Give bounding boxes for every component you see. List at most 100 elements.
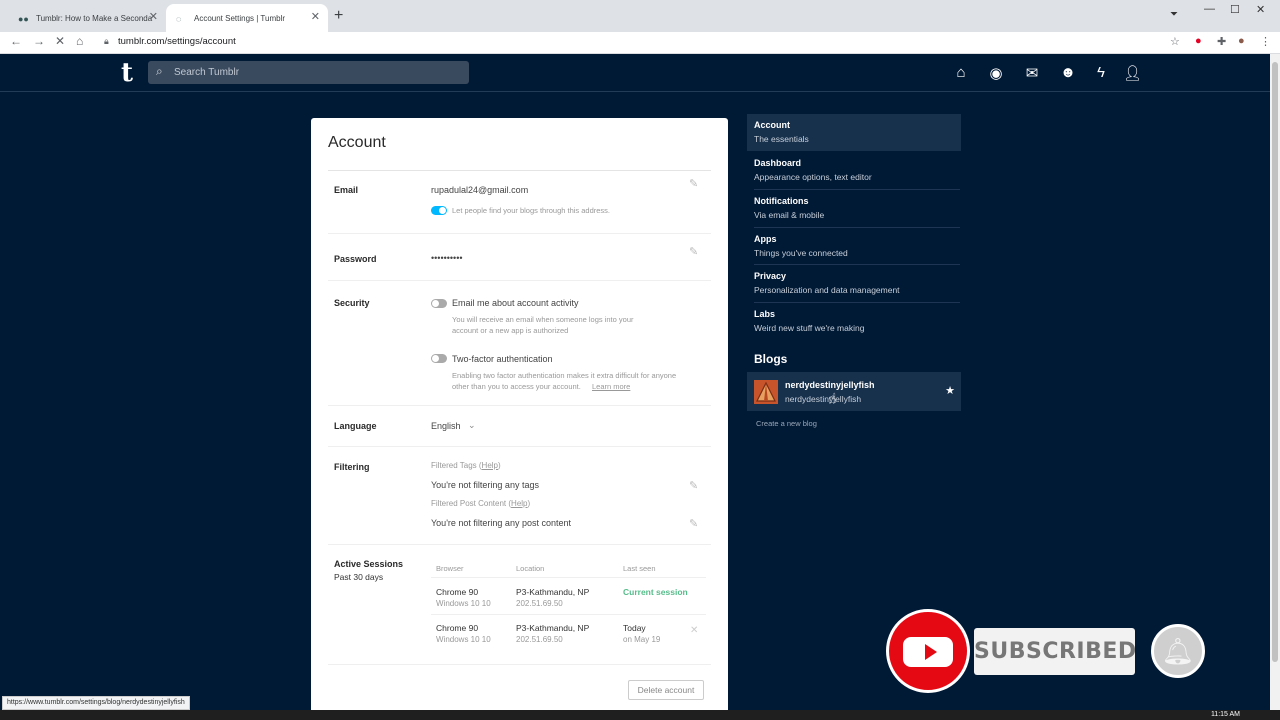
messages-icon[interactable]: ☻ bbox=[1059, 64, 1077, 81]
sidebar-item-account[interactable]: Account The essentials bbox=[747, 114, 961, 151]
end-session-close-icon[interactable]: ✕ bbox=[690, 625, 698, 636]
edit-email-pencil-icon[interactable]: ✎ bbox=[689, 177, 698, 190]
email-value: rupadulal24@gmail.com bbox=[431, 185, 529, 195]
bookmark-star-icon[interactable]: ☆ bbox=[1170, 35, 1180, 48]
sidebar-item-sub: The essentials bbox=[754, 134, 809, 144]
profile-menu-icon[interactable]: ⏷ bbox=[1170, 9, 1178, 20]
search-icon: ⌕ bbox=[156, 64, 163, 78]
tumblr-header: t ⌕ Search Tumblr ⌂ ◉ ✉ ☻ ϟ 👤︎ bbox=[0, 54, 1270, 92]
sidebar-item-dashboard[interactable]: Dashboard Appearance options, text edito… bbox=[747, 152, 961, 189]
activity-icon[interactable]: ϟ bbox=[1092, 64, 1110, 81]
create-blog-link[interactable]: Create a new blog bbox=[756, 419, 817, 428]
email-activity-desc-1: You will receive an email when someone l… bbox=[452, 315, 634, 324]
filtered-content-help-link[interactable]: Help bbox=[511, 499, 527, 508]
scrollbar-thumb[interactable] bbox=[1272, 62, 1278, 662]
language-label: Language bbox=[334, 421, 377, 431]
edit-content-pencil-icon[interactable]: ✎ bbox=[689, 517, 698, 530]
home-icon[interactable]: ⌂ bbox=[76, 34, 83, 48]
loading-icon: ◌ bbox=[176, 14, 182, 24]
minimize-icon[interactable]: — bbox=[1204, 3, 1215, 15]
session-2-seen: Today bbox=[623, 623, 646, 633]
filtered-content-label: Filtered Post Content (Help) bbox=[431, 499, 531, 508]
filtered-tags-label: Filtered Tags (Help) bbox=[431, 461, 501, 470]
sidebar-item-labs[interactable]: Labs Weird new stuff we're making bbox=[747, 303, 961, 340]
filtered-tags-text: Filtered Tags bbox=[431, 461, 477, 470]
filtered-content-text: Filtered Post Content bbox=[431, 499, 507, 508]
security-label: Security bbox=[334, 298, 370, 308]
filtering-label: Filtering bbox=[334, 462, 370, 472]
primary-star-icon[interactable]: ★ bbox=[945, 384, 955, 397]
inbox-icon[interactable]: ✉ bbox=[1023, 64, 1041, 82]
close-tab-icon[interactable]: ✕ bbox=[311, 10, 320, 23]
divider bbox=[431, 614, 706, 615]
menu-icon[interactable]: ⋮ bbox=[1260, 35, 1271, 48]
account-icon[interactable]: 👤︎ bbox=[1123, 64, 1142, 82]
tab-tutorial[interactable]: ●● Tumblr: How to Make a Seconda ✕ bbox=[8, 4, 166, 32]
pinterest-icon[interactable]: ● bbox=[1195, 35, 1202, 47]
filtered-content-value: You're not filtering any post content bbox=[431, 518, 571, 528]
filtered-tags-help-link[interactable]: Help bbox=[482, 461, 498, 470]
session-2-location: P3-Kathmandu, NP bbox=[516, 623, 590, 633]
divider bbox=[328, 446, 711, 447]
search-input[interactable]: ⌕ Search Tumblr bbox=[148, 61, 469, 84]
two-factor-option: Two-factor authentication bbox=[452, 354, 553, 364]
filtered-tags-value: You're not filtering any tags bbox=[431, 480, 539, 490]
tumblr-favicon-icon: ●● bbox=[18, 14, 29, 24]
divider bbox=[328, 405, 711, 406]
session-1-ip: 202.51.69.50 bbox=[516, 599, 563, 608]
find-by-email-toggle[interactable] bbox=[431, 206, 447, 215]
blog-item[interactable]: nerdydestinyjellyfish nerdydestinyjellyf… bbox=[747, 372, 961, 411]
back-icon[interactable]: ← bbox=[10, 34, 22, 48]
page-scrollbar[interactable] bbox=[1270, 54, 1280, 710]
blogs-heading: Blogs bbox=[754, 352, 788, 366]
stop-icon[interactable]: ✕ bbox=[55, 34, 65, 48]
page-title: Account bbox=[328, 134, 386, 151]
divider bbox=[328, 170, 711, 171]
forward-icon[interactable]: → bbox=[33, 34, 45, 48]
sidebar-item-notifications[interactable]: Notifications Via email & mobile bbox=[747, 190, 961, 227]
chevron-down-icon[interactable]: ⌄ bbox=[468, 420, 476, 431]
session-2-os: Windows 10 10 bbox=[436, 635, 491, 644]
sidebar-item-title: Dashboard bbox=[754, 158, 802, 168]
sidebar-item-title: Privacy bbox=[754, 271, 787, 281]
blog-avatar bbox=[754, 380, 778, 404]
edit-password-pencil-icon[interactable]: ✎ bbox=[689, 245, 698, 258]
sidebar-item-sub: Things you've connected bbox=[754, 248, 848, 258]
sidebar-item-privacy[interactable]: Privacy Personalization and data managem… bbox=[747, 265, 961, 302]
link-status-bar: https://www.tumblr.com/settings/blog/ner… bbox=[2, 696, 190, 710]
profile-avatar-icon[interactable]: ● bbox=[1238, 35, 1245, 47]
tumblr-logo[interactable]: t bbox=[121, 58, 133, 88]
lock-icon[interactable]: 🔒︎ bbox=[104, 36, 109, 47]
maximize-icon[interactable]: ☐ bbox=[1230, 3, 1240, 16]
sidebar-item-apps[interactable]: Apps Things you've connected bbox=[747, 228, 961, 265]
delete-account-button[interactable]: Delete account bbox=[628, 680, 704, 700]
tab-account-settings[interactable]: ◌ Account Settings | Tumblr ✕ bbox=[166, 4, 328, 32]
new-tab-button[interactable]: + bbox=[334, 7, 343, 25]
sidebar-item-title: Account bbox=[754, 120, 790, 130]
tab-title: Account Settings | Tumblr bbox=[194, 13, 286, 23]
url-field[interactable]: tumblr.com/settings/account bbox=[118, 36, 236, 47]
sessions-header-last-seen: Last seen bbox=[623, 564, 656, 573]
two-factor-desc-2: other than you to access your account. bbox=[452, 382, 581, 391]
language-select[interactable]: English bbox=[431, 421, 461, 431]
close-tab-icon[interactable]: ✕ bbox=[149, 10, 158, 23]
explore-icon[interactable]: ◉ bbox=[987, 64, 1005, 82]
session-1-browser: Chrome 90 bbox=[436, 587, 479, 597]
extensions-icon[interactable]: ✚ bbox=[1217, 35, 1226, 48]
email-activity-toggle[interactable] bbox=[431, 299, 447, 308]
sessions-header-location: Location bbox=[516, 564, 545, 573]
sidebar-item-title: Apps bbox=[754, 234, 777, 244]
browser-tab-bar: ●● Tumblr: How to Make a Seconda ✕ ◌ Acc… bbox=[0, 0, 1280, 32]
tab-title: Tumblr: How to Make a Seconda bbox=[36, 13, 153, 23]
youtube-logo-icon bbox=[886, 609, 970, 693]
email-toggle-text: Let people find your blogs through this … bbox=[452, 206, 611, 215]
sessions-sub: Past 30 days bbox=[334, 572, 384, 582]
learn-more-link[interactable]: Learn more bbox=[592, 381, 630, 392]
edit-tags-pencil-icon[interactable]: ✎ bbox=[689, 479, 698, 492]
sessions-label: Active Sessions bbox=[334, 559, 404, 569]
sidebar-item-title: Notifications bbox=[754, 196, 809, 206]
home-icon[interactable]: ⌂ bbox=[952, 64, 970, 81]
two-factor-toggle[interactable] bbox=[431, 354, 447, 363]
close-window-icon[interactable]: ✕ bbox=[1256, 3, 1265, 16]
password-label: Password bbox=[334, 254, 377, 264]
